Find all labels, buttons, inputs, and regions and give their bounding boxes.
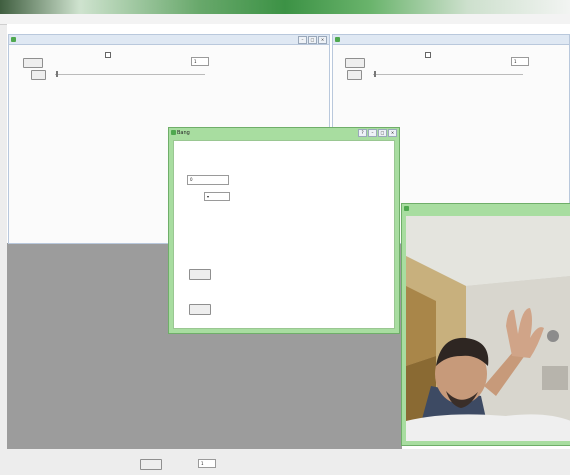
app-icon <box>404 206 409 211</box>
bang-dialog: Bang ? – □ × 0 ▾ <box>168 127 400 334</box>
left-panel-titlebar: – □ × <box>9 35 329 45</box>
bottom-spin-box[interactable]: 1 <box>198 459 216 468</box>
maximize-button[interactable]: □ <box>378 129 387 137</box>
start-button[interactable] <box>23 58 43 68</box>
app-icon <box>335 37 340 42</box>
close-button[interactable]: × <box>318 36 327 44</box>
help-button[interactable]: ? <box>358 129 367 137</box>
checkbox[interactable] <box>425 52 433 58</box>
stop-button[interactable] <box>31 70 46 80</box>
left-panel-window-controls: – □ × <box>298 36 327 44</box>
webcam-frame <box>406 216 570 441</box>
spin-box[interactable]: 1 <box>511 57 529 66</box>
webcam-feed-image <box>406 216 570 441</box>
close-button[interactable]: × <box>388 129 397 137</box>
dialog-ok-button[interactable] <box>189 304 211 315</box>
slider-track[interactable] <box>373 74 523 75</box>
dialog-window-controls: ? – □ × <box>358 129 397 137</box>
app-icon <box>171 130 176 135</box>
minimize-button[interactable]: – <box>368 129 377 137</box>
right-panel-titlebar <box>333 35 569 45</box>
stop-button[interactable] <box>347 70 362 80</box>
value-field[interactable]: 0 <box>187 175 229 185</box>
dialog-body: 0 ▾ <box>173 140 395 329</box>
bottom-action-button[interactable] <box>140 459 162 470</box>
maximize-button[interactable]: □ <box>308 36 317 44</box>
slider-track[interactable] <box>55 74 205 75</box>
app-titlebar <box>0 0 570 14</box>
dialog-action-button[interactable] <box>189 269 211 280</box>
checkbox-box[interactable] <box>105 52 111 58</box>
checkbox-box[interactable] <box>425 52 431 58</box>
slider-thumb[interactable] <box>56 71 58 77</box>
checkbox[interactable] <box>105 52 113 58</box>
start-button[interactable] <box>345 58 365 68</box>
dialog-titlebar: Bang ? – □ × <box>169 128 399 138</box>
slider-thumb[interactable] <box>374 71 376 77</box>
dialog-title: Bang <box>177 130 190 136</box>
camera-titlebar <box>402 204 570 214</box>
mode-dropdown[interactable]: ▾ <box>204 192 230 201</box>
spin-box[interactable]: 1 <box>191 57 209 66</box>
app-icon <box>11 37 16 42</box>
camera-window <box>401 203 570 446</box>
chevron-down-icon: ▾ <box>207 194 210 199</box>
minimize-button[interactable]: – <box>298 36 307 44</box>
